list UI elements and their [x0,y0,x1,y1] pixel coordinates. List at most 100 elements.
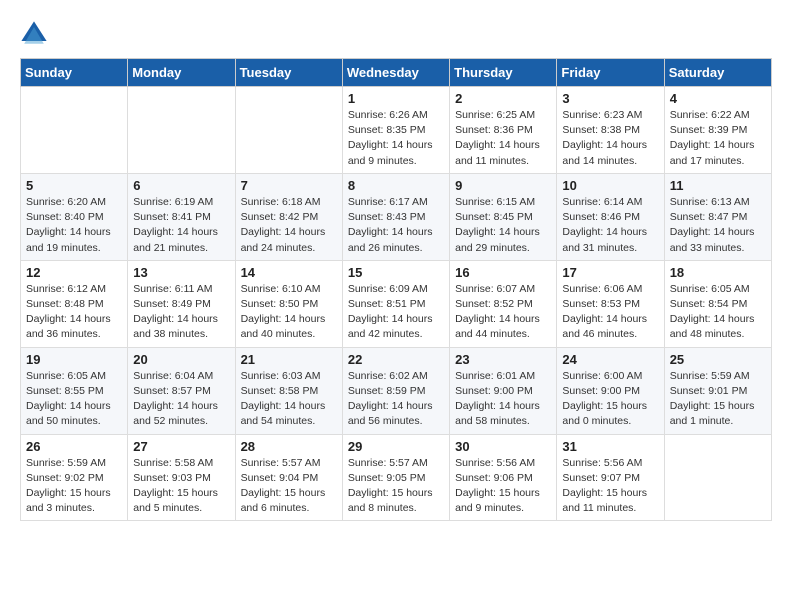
day-info: Sunrise: 6:10 AMSunset: 8:50 PMDaylight:… [241,282,337,343]
day-info: Sunrise: 6:13 AMSunset: 8:47 PMDaylight:… [670,195,766,256]
day-number: 10 [562,178,658,193]
day-info: Sunrise: 6:22 AMSunset: 8:39 PMDaylight:… [670,108,766,169]
day-number: 5 [26,178,122,193]
calendar-cell: 19 Sunrise: 6:05 AMSunset: 8:55 PMDayligh… [21,347,128,434]
weekday-header-thursday: Thursday [450,59,557,87]
day-number: 13 [133,265,229,280]
day-number: 22 [348,352,444,367]
calendar-cell: 6Sunrise: 6:19 AMSunset: 8:41 PMDaylight… [128,173,235,260]
calendar-cell: 20 Sunrise: 6:04 AMSunset: 8:57 PMDayligh… [128,347,235,434]
calendar-cell: 8Sunrise: 6:17 AMSunset: 8:43 PMDaylight… [342,173,449,260]
calendar-cell: 1Sunrise: 6:26 AMSunset: 8:35 PMDaylight… [342,87,449,174]
logo [20,20,52,48]
calendar-cell [235,87,342,174]
day-number: 31 [562,439,658,454]
day-info: Sunrise: 6:07 AMSunset: 8:52 PMDaylight:… [455,282,551,343]
day-number: 26 [26,439,122,454]
day-info: Sunrise: 6:05 AMSunset: 8:55 PMDaylight:… [26,369,122,430]
weekday-header-row: SundayMondayTuesdayWednesdayThursdayFrid… [21,59,772,87]
weekday-header-sunday: Sunday [21,59,128,87]
day-number: 15 [348,265,444,280]
weekday-header-saturday: Saturday [664,59,771,87]
logo-icon [20,20,48,48]
calendar-cell: 11 Sunrise: 6:13 AMSunset: 8:47 PMDayligh… [664,173,771,260]
calendar-cell: 30 Sunrise: 5:56 AMSunset: 9:06 PMDayligh… [450,434,557,521]
day-number: 4 [670,91,766,106]
week-row-2: 5 Sunrise: 6:20 AMSunset: 8:40 PMDaylight… [21,173,772,260]
day-info: Sunrise: 6:17 AMSunset: 8:43 PMDaylight:… [348,195,444,256]
calendar-cell: 29 Sunrise: 5:57 AMSunset: 9:05 PMDayligh… [342,434,449,521]
calendar-cell: 15Sunrise: 6:09 AMSunset: 8:51 PMDayligh… [342,260,449,347]
day-info: Sunrise: 6:04 AMSunset: 8:57 PMDaylight:… [133,369,229,430]
day-info: Sunrise: 6:11 AMSunset: 8:49 PMDaylight:… [133,282,229,343]
calendar-cell: 3 Sunrise: 6:23 AMSunset: 8:38 PMDaylight… [557,87,664,174]
calendar-cell: 25Sunrise: 5:59 AMSunset: 9:01 PMDayligh… [664,347,771,434]
day-number: 11 [670,178,766,193]
day-info: Sunrise: 6:20 AMSunset: 8:40 PMDaylight:… [26,195,122,256]
calendar-cell: 28 Sunrise: 5:57 AMSunset: 9:04 PMDayligh… [235,434,342,521]
day-number: 25 [670,352,766,367]
day-info: Sunrise: 6:06 AMSunset: 8:53 PMDaylight:… [562,282,658,343]
day-number: 28 [241,439,337,454]
calendar-cell: 24Sunrise: 6:00 AMSunset: 9:00 PMDayligh… [557,347,664,434]
day-info: Sunrise: 6:25 AMSunset: 8:36 PMDaylight:… [455,108,551,169]
calendar-cell: 22 Sunrise: 6:02 AMSunset: 8:59 PMDayligh… [342,347,449,434]
calendar-cell: 16Sunrise: 6:07 AMSunset: 8:52 PMDayligh… [450,260,557,347]
day-info: Sunrise: 5:56 AMSunset: 9:07 PMDaylight:… [562,456,658,517]
calendar-cell: 18 Sunrise: 6:05 AMSunset: 8:54 PMDayligh… [664,260,771,347]
calendar-cell: 21 Sunrise: 6:03 AMSunset: 8:58 PMDayligh… [235,347,342,434]
weekday-header-friday: Friday [557,59,664,87]
day-number: 2 [455,91,551,106]
week-row-4: 19 Sunrise: 6:05 AMSunset: 8:55 PMDayligh… [21,347,772,434]
day-info: Sunrise: 5:57 AMSunset: 9:04 PMDaylight:… [241,456,337,517]
day-info: Sunrise: 6:18 AMSunset: 8:42 PMDaylight:… [241,195,337,256]
day-number: 7 [241,178,337,193]
day-number: 9 [455,178,551,193]
day-number: 6 [133,178,229,193]
day-info: Sunrise: 6:02 AMSunset: 8:59 PMDaylight:… [348,369,444,430]
calendar-cell: 17Sunrise: 6:06 AMSunset: 8:53 PMDayligh… [557,260,664,347]
day-number: 19 [26,352,122,367]
day-number: 23 [455,352,551,367]
calendar-cell: 5 Sunrise: 6:20 AMSunset: 8:40 PMDaylight… [21,173,128,260]
calendar-cell: 13 Sunrise: 6:11 AMSunset: 8:49 PMDayligh… [128,260,235,347]
calendar-cell [128,87,235,174]
day-info: Sunrise: 6:01 AMSunset: 9:00 PMDaylight:… [455,369,551,430]
day-info: Sunrise: 6:15 AMSunset: 8:45 PMDaylight:… [455,195,551,256]
calendar-cell [664,434,771,521]
calendar-table: SundayMondayTuesdayWednesdayThursdayFrid… [20,58,772,521]
calendar-cell: 23 Sunrise: 6:01 AMSunset: 9:00 PMDayligh… [450,347,557,434]
weekday-header-wednesday: Wednesday [342,59,449,87]
calendar-cell: 4 Sunrise: 6:22 AMSunset: 8:39 PMDaylight… [664,87,771,174]
day-info: Sunrise: 6:00 AMSunset: 9:00 PMDaylight:… [562,369,658,430]
day-number: 12 [26,265,122,280]
calendar-cell: 31 Sunrise: 5:56 AMSunset: 9:07 PMDayligh… [557,434,664,521]
calendar-cell: 12Sunrise: 6:12 AMSunset: 8:48 PMDayligh… [21,260,128,347]
day-number: 18 [670,265,766,280]
weekday-header-tuesday: Tuesday [235,59,342,87]
weekday-header-monday: Monday [128,59,235,87]
day-number: 29 [348,439,444,454]
day-info: Sunrise: 6:05 AMSunset: 8:54 PMDaylight:… [670,282,766,343]
day-info: Sunrise: 6:23 AMSunset: 8:38 PMDaylight:… [562,108,658,169]
day-number: 30 [455,439,551,454]
week-row-3: 12Sunrise: 6:12 AMSunset: 8:48 PMDayligh… [21,260,772,347]
day-info: Sunrise: 6:14 AMSunset: 8:46 PMDaylight:… [562,195,658,256]
day-info: Sunrise: 5:57 AMSunset: 9:05 PMDaylight:… [348,456,444,517]
calendar-cell: 2 Sunrise: 6:25 AMSunset: 8:36 PMDaylight… [450,87,557,174]
day-info: Sunrise: 5:58 AMSunset: 9:03 PMDaylight:… [133,456,229,517]
day-info: Sunrise: 5:59 AMSunset: 9:02 PMDaylight:… [26,456,122,517]
calendar-cell [21,87,128,174]
day-info: Sunrise: 6:26 AMSunset: 8:35 PMDaylight:… [348,108,444,169]
day-info: Sunrise: 6:03 AMSunset: 8:58 PMDaylight:… [241,369,337,430]
week-row-1: 1Sunrise: 6:26 AMSunset: 8:35 PMDaylight… [21,87,772,174]
day-info: Sunrise: 5:56 AMSunset: 9:06 PMDaylight:… [455,456,551,517]
calendar-cell: 27Sunrise: 5:58 AMSunset: 9:03 PMDayligh… [128,434,235,521]
day-number: 21 [241,352,337,367]
calendar-cell: 9 Sunrise: 6:15 AMSunset: 8:45 PMDaylight… [450,173,557,260]
day-number: 20 [133,352,229,367]
day-number: 14 [241,265,337,280]
day-number: 3 [562,91,658,106]
calendar-cell: 7 Sunrise: 6:18 AMSunset: 8:42 PMDaylight… [235,173,342,260]
calendar-cell: 10 Sunrise: 6:14 AMSunset: 8:46 PMDayligh… [557,173,664,260]
